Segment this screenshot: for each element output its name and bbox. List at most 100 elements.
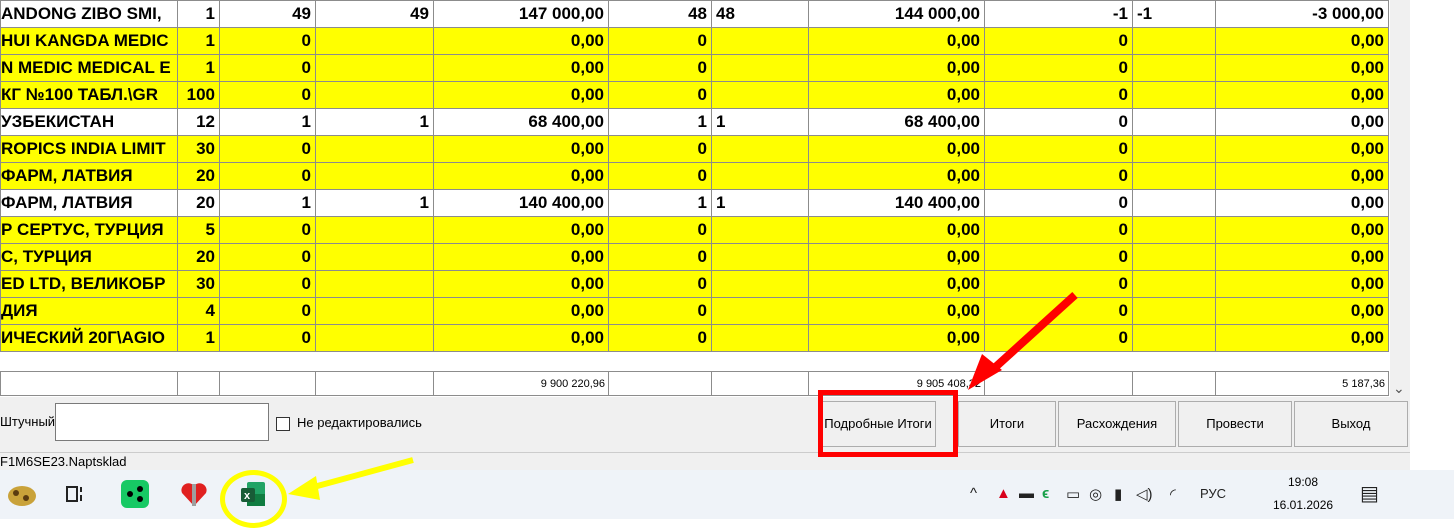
cell-diff[interactable]: 0,00 bbox=[1215, 162, 1389, 190]
piece-input[interactable] bbox=[55, 403, 269, 441]
cell-col3[interactable] bbox=[315, 27, 434, 55]
heart-app-icon[interactable] bbox=[178, 478, 210, 510]
cell-col5[interactable]: 48 bbox=[608, 0, 712, 28]
data-grid[interactable]: ANDONG ZIBO SMI, 1 49 49 147 000,00 48 48 144 0… bbox=[0, 0, 1389, 352]
cell-sum1[interactable]: 0,00 bbox=[433, 243, 609, 271]
cell-col6[interactable]: 1 bbox=[711, 189, 809, 217]
cell-col3[interactable]: 49 bbox=[315, 0, 434, 28]
cell-col2[interactable]: 0 bbox=[219, 324, 316, 352]
cell-name[interactable]: HUI KANGDA MEDIC bbox=[0, 27, 178, 55]
cell-col3[interactable] bbox=[315, 135, 434, 163]
cell-col2[interactable]: 1 bbox=[219, 108, 316, 136]
cell-diff[interactable]: 0,00 bbox=[1215, 135, 1389, 163]
green-tray-icon[interactable]: ϵ bbox=[1042, 485, 1049, 502]
cell-sum2[interactable]: 0,00 bbox=[808, 135, 985, 163]
cell-col2[interactable]: 0 bbox=[219, 297, 316, 325]
cell-name[interactable]: ФАРМ, ЛАТВИЯ bbox=[0, 162, 178, 190]
cell-qty[interactable]: 1 bbox=[177, 0, 220, 28]
table-row[interactable]: ANDONG ZIBO SMI, 1 49 49 147 000,00 48 48 144 0… bbox=[0, 0, 1389, 28]
totals-button[interactable]: Итоги bbox=[958, 401, 1056, 447]
exit-button[interactable]: Выход bbox=[1294, 401, 1408, 447]
cell-col2[interactable]: 49 bbox=[219, 0, 316, 28]
show-hidden-icons-icon[interactable]: ^ bbox=[970, 485, 977, 502]
cell-col3[interactable] bbox=[315, 81, 434, 109]
scroll-down-icon[interactable]: ⌄ bbox=[1393, 380, 1405, 397]
cell-sum2[interactable]: 0,00 bbox=[808, 27, 985, 55]
cell-diff[interactable]: 0,00 bbox=[1215, 27, 1389, 55]
speaker-icon[interactable]: ◁) bbox=[1136, 485, 1153, 503]
cell-diff[interactable]: 0,00 bbox=[1215, 54, 1389, 82]
cell-qty[interactable]: 4 bbox=[177, 297, 220, 325]
cell-sum2[interactable]: 0,00 bbox=[808, 81, 985, 109]
table-row[interactable]: ROPICS INDIA LIMIT 30 0 0,00 0 0,00 0 0,00 bbox=[0, 135, 1389, 163]
table-row[interactable]: С, ТУРЦИЯ 20 0 0,00 0 0,00 0 0,00 bbox=[0, 243, 1389, 271]
cell-col8[interactable]: -1 bbox=[984, 0, 1133, 28]
cell-col2[interactable]: 0 bbox=[219, 27, 316, 55]
cell-col9[interactable] bbox=[1132, 243, 1216, 271]
cell-col6[interactable] bbox=[711, 216, 809, 244]
cell-col5[interactable]: 1 bbox=[608, 189, 712, 217]
cell-diff[interactable]: 0,00 bbox=[1215, 270, 1389, 298]
cell-col3[interactable] bbox=[315, 324, 434, 352]
cell-col2[interactable]: 0 bbox=[219, 162, 316, 190]
cell-col8[interactable]: 0 bbox=[984, 54, 1133, 82]
cell-col5[interactable]: 0 bbox=[608, 270, 712, 298]
table-row[interactable]: HUI KANGDA MEDIC 1 0 0,00 0 0,00 0 0,00 bbox=[0, 27, 1389, 55]
wifi-icon[interactable]: ◜ bbox=[1170, 485, 1176, 503]
cell-col9[interactable] bbox=[1132, 108, 1216, 136]
cell-col5[interactable]: 0 bbox=[608, 27, 712, 55]
cell-col6[interactable] bbox=[711, 270, 809, 298]
cell-sum2[interactable]: 0,00 bbox=[808, 54, 985, 82]
cell-name[interactable]: ФАРМ, ЛАТВИЯ bbox=[0, 189, 178, 217]
cell-col8[interactable]: 0 bbox=[984, 297, 1133, 325]
cell-sum1[interactable]: 0,00 bbox=[433, 324, 609, 352]
cell-col6[interactable] bbox=[711, 81, 809, 109]
cell-col5[interactable]: 0 bbox=[608, 135, 712, 163]
cell-col3[interactable] bbox=[315, 54, 434, 82]
cell-qty[interactable]: 5 bbox=[177, 216, 220, 244]
cell-col6[interactable] bbox=[711, 324, 809, 352]
cell-col3[interactable]: 1 bbox=[315, 189, 434, 217]
table-row[interactable]: ДИЯ 4 0 0,00 0 0,00 0 0,00 bbox=[0, 297, 1389, 325]
cell-name[interactable]: ИЧЕСКИЙ 20Г\AGIO bbox=[0, 324, 178, 352]
cell-sum2[interactable]: 68 400,00 bbox=[808, 108, 985, 136]
cell-name[interactable]: Р СЕРТУС, ТУРЦИЯ bbox=[0, 216, 178, 244]
cell-qty[interactable]: 20 bbox=[177, 162, 220, 190]
cell-qty[interactable]: 1 bbox=[177, 54, 220, 82]
cell-col3[interactable]: 1 bbox=[315, 108, 434, 136]
cell-sum1[interactable]: 0,00 bbox=[433, 270, 609, 298]
cell-diff[interactable]: 0,00 bbox=[1215, 81, 1389, 109]
cell-col8[interactable]: 0 bbox=[984, 162, 1133, 190]
cell-col2[interactable]: 0 bbox=[219, 243, 316, 271]
microphone-icon[interactable]: ▮ bbox=[1114, 485, 1122, 503]
green-app-icon[interactable] bbox=[119, 478, 151, 510]
cell-sum2[interactable]: 0,00 bbox=[808, 162, 985, 190]
cell-sum1[interactable]: 140 400,00 bbox=[433, 189, 609, 217]
table-row[interactable]: УЗБЕКИСТАН 12 1 1 68 400,00 1 1 68 400,00 0 0,00 bbox=[0, 108, 1389, 136]
battery-icon[interactable]: ▭ bbox=[1066, 485, 1080, 503]
cell-col6[interactable] bbox=[711, 27, 809, 55]
cell-qty[interactable]: 30 bbox=[177, 270, 220, 298]
cell-col6[interactable]: 1 bbox=[711, 108, 809, 136]
cell-col8[interactable]: 0 bbox=[984, 324, 1133, 352]
cell-col9[interactable] bbox=[1132, 27, 1216, 55]
table-row[interactable]: ИЧЕСКИЙ 20Г\AGIO 1 0 0,00 0 0,00 0 0,00 bbox=[0, 324, 1389, 352]
cell-col5[interactable]: 0 bbox=[608, 54, 712, 82]
table-row[interactable]: КГ №100 ТАБЛ.\GR 100 0 0,00 0 0,00 0 0,00 bbox=[0, 81, 1389, 109]
cell-qty[interactable]: 100 bbox=[177, 81, 220, 109]
warning-icon[interactable]: ▲ bbox=[996, 485, 1011, 502]
cell-col8[interactable]: 0 bbox=[984, 270, 1133, 298]
not-edited-checkbox[interactable] bbox=[276, 417, 290, 431]
cell-name[interactable]: N MEDIC MEDICAL E bbox=[0, 54, 178, 82]
cell-sum1[interactable]: 68 400,00 bbox=[433, 108, 609, 136]
post-button[interactable]: Провести bbox=[1178, 401, 1292, 447]
notifications-icon[interactable]: ▤ bbox=[1360, 481, 1379, 506]
cell-col8[interactable]: 0 bbox=[984, 81, 1133, 109]
language-indicator[interactable]: РУС bbox=[1200, 486, 1226, 501]
cell-col3[interactable] bbox=[315, 162, 434, 190]
cell-name[interactable]: С, ТУРЦИЯ bbox=[0, 243, 178, 271]
cell-col9[interactable] bbox=[1132, 189, 1216, 217]
cell-col3[interactable] bbox=[315, 216, 434, 244]
clock-date[interactable]: 16.01.2026 bbox=[1273, 498, 1333, 512]
cell-qty[interactable]: 1 bbox=[177, 324, 220, 352]
